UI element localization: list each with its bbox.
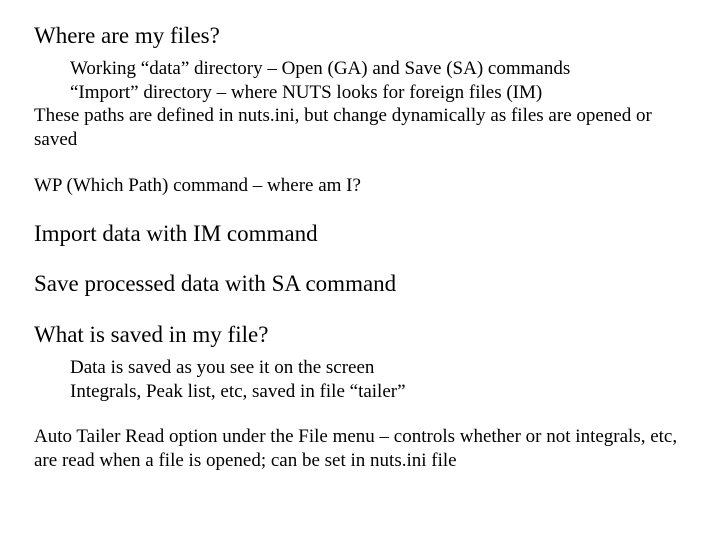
paragraph: These paths are defined in nuts.ini, but… [34,104,686,152]
section-heading: What is saved in my file? [34,321,686,350]
paragraph: WP (Which Path) command – where am I? [34,174,686,198]
bullet-item: “Import” directory – where NUTS looks fo… [34,81,686,105]
section-heading: Where are my files? [34,22,686,51]
bullet-item: Working “data” directory – Open (GA) and… [34,57,686,81]
paragraph: Auto Tailer Read option under the File m… [34,425,686,473]
bullet-item: Integrals, Peak list, etc, saved in file… [34,380,686,404]
section-heading: Import data with IM command [34,220,686,249]
bullet-item: Data is saved as you see it on the scree… [34,356,686,380]
section-heading: Save processed data with SA command [34,270,686,299]
slide-content: Where are my files? Working “data” direc… [0,0,720,473]
